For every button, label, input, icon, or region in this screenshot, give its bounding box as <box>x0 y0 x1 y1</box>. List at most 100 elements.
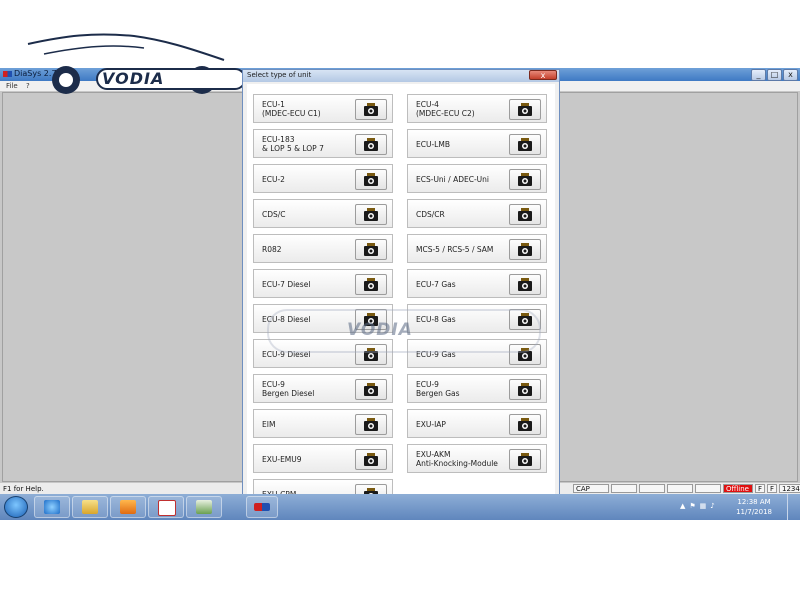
camera-icon <box>509 204 541 225</box>
clock-date: 11/7/2018 <box>736 508 772 516</box>
tray-volume-icon[interactable]: ♪ <box>710 502 714 510</box>
camera-icon <box>355 134 387 155</box>
camera-icon <box>509 379 541 400</box>
close-button[interactable]: x <box>783 69 798 81</box>
start-button[interactable] <box>4 496 28 518</box>
unit-label: EXU-EMU9 <box>262 455 302 464</box>
camera-icon <box>355 449 387 470</box>
app-taskbar-button-2[interactable] <box>186 496 222 518</box>
status-f2: F <box>767 484 777 493</box>
camera-icon <box>509 414 541 435</box>
status-cell <box>611 484 637 493</box>
unit-label: ECU-7 Diesel <box>262 280 311 289</box>
camera-icon <box>355 484 387 494</box>
camera-icon <box>509 99 541 120</box>
unit-button[interactable]: EXU-IAP <box>407 409 547 438</box>
unit-button[interactable]: R082 <box>253 234 393 263</box>
unit-label: ECU-9 Bergen Gas <box>416 380 460 398</box>
camera-icon <box>355 274 387 295</box>
unit-label: ECS-Uni / ADEC-Uni <box>416 175 489 184</box>
camera-icon <box>509 134 541 155</box>
status-cell <box>639 484 665 493</box>
analysis-app-icon <box>158 500 176 516</box>
camera-icon <box>509 169 541 190</box>
watermark-text: VODIA <box>347 320 413 340</box>
status-cell <box>667 484 693 493</box>
unit-button[interactable]: ECU-4 (MDEC-ECU C2) <box>407 94 547 123</box>
media-taskbar-button[interactable] <box>110 496 146 518</box>
unit-button[interactable]: ECU-1 (MDEC-ECU C1) <box>253 94 393 123</box>
camera-icon <box>355 99 387 120</box>
status-cell <box>695 484 721 493</box>
unit-label: EIM <box>262 420 276 429</box>
logo-text: VODIA <box>102 69 165 88</box>
ie-taskbar-button[interactable] <box>34 496 70 518</box>
unit-button[interactable]: ECU-9 Bergen Gas <box>407 374 547 403</box>
diasys-taskbar-button[interactable] <box>246 496 278 518</box>
status-f1: F <box>755 484 765 493</box>
clock-time: 12:38 AM <box>737 498 771 506</box>
dialog-titlebar: Select type of unit x <box>243 70 559 82</box>
camera-icon <box>355 414 387 435</box>
camera-icon <box>355 204 387 225</box>
maximize-button[interactable]: □ <box>767 69 782 81</box>
status-offline: Offline <box>723 484 753 493</box>
unit-label: ECU-183 & LOP 5 & LOP 7 <box>262 135 324 153</box>
unit-button[interactable]: ECU-2 <box>253 164 393 193</box>
show-desktop-button[interactable] <box>787 494 800 520</box>
unit-button[interactable]: ECU-7 Diesel <box>253 269 393 298</box>
unit-label: CDS/C <box>262 210 286 219</box>
folder-icon <box>82 500 98 514</box>
tray-flag-icon[interactable]: ⚑ <box>689 502 695 510</box>
unit-button[interactable]: ECU-7 Gas <box>407 269 547 298</box>
ecu-app-icon <box>196 500 212 514</box>
unit-button[interactable]: ECU-9 Bergen Diesel <box>253 374 393 403</box>
status-code: 123456 <box>779 484 800 493</box>
unit-button[interactable]: ECU-LMB <box>407 129 547 158</box>
dialog-close-button[interactable]: x <box>529 70 557 80</box>
unit-button[interactable]: EXU-EMU9 <box>253 444 393 473</box>
unit-button[interactable]: CDS/CR <box>407 199 547 228</box>
unit-button[interactable]: EIM <box>253 409 393 438</box>
unit-label: ECU-LMB <box>416 140 450 149</box>
tray-network-icon[interactable]: ▦ <box>700 502 707 510</box>
unit-label: R082 <box>262 245 282 254</box>
tray-clock[interactable]: 12:38 AM 11/7/2018 <box>736 497 772 517</box>
unit-button[interactable]: EXU-CPM <box>253 479 393 494</box>
select-unit-dialog: Select type of unit x EXU-CPM EXU-AKM Ant… <box>242 69 560 495</box>
camera-icon <box>509 239 541 260</box>
taskbar: ▲ ⚑ ▦ ♪ 12:38 AM 11/7/2018 <box>0 494 800 520</box>
camera-icon <box>355 169 387 190</box>
vodia-logo: VODIA <box>24 30 246 100</box>
internet-explorer-icon <box>44 500 60 514</box>
unit-button[interactable]: MCS-5 / RCS-5 / SAM <box>407 234 547 263</box>
unit-label: CDS/CR <box>416 210 445 219</box>
unit-label: ECU-9 Bergen Diesel <box>262 380 315 398</box>
app-taskbar-button-1[interactable] <box>148 496 184 518</box>
minimize-button[interactable]: _ <box>751 69 766 81</box>
camera-icon <box>355 239 387 260</box>
dialog-title: Select type of unit <box>247 71 312 79</box>
unit-button[interactable]: CDS/C <box>253 199 393 228</box>
camera-icon <box>355 379 387 400</box>
tray-show-hidden-icon[interactable]: ▲ <box>680 502 685 510</box>
unit-button[interactable]: ECU-183 & LOP 5 & LOP 7 <box>253 129 393 158</box>
unit-label: ECU-1 (MDEC-ECU C1) <box>262 100 321 118</box>
unit-label: EXU-IAP <box>416 420 446 429</box>
camera-icon <box>509 274 541 295</box>
explorer-taskbar-button[interactable] <box>72 496 108 518</box>
unit-button[interactable]: EXU-AKM Anti-Knocking-Module <box>407 444 547 473</box>
status-cap: CAP <box>573 484 609 493</box>
camera-icon <box>509 449 541 470</box>
unit-label: ECU-2 <box>262 175 285 184</box>
app-icon <box>3 71 12 77</box>
unit-label: EXU-AKM Anti-Knocking-Module <box>416 450 498 468</box>
unit-label: ECU-4 (MDEC-ECU C2) <box>416 100 475 118</box>
menu-file[interactable]: File <box>6 81 18 91</box>
unit-button-grid: EXU-CPM EXU-AKM Anti-Knocking-Module EXU-E… <box>247 84 555 494</box>
unit-button[interactable]: ECS-Uni / ADEC-Uni <box>407 164 547 193</box>
media-player-icon <box>120 500 136 514</box>
status-help-text: F1 for Help. <box>3 485 44 493</box>
diasys-icon <box>254 503 270 511</box>
unit-label: ECU-7 Gas <box>416 280 456 289</box>
